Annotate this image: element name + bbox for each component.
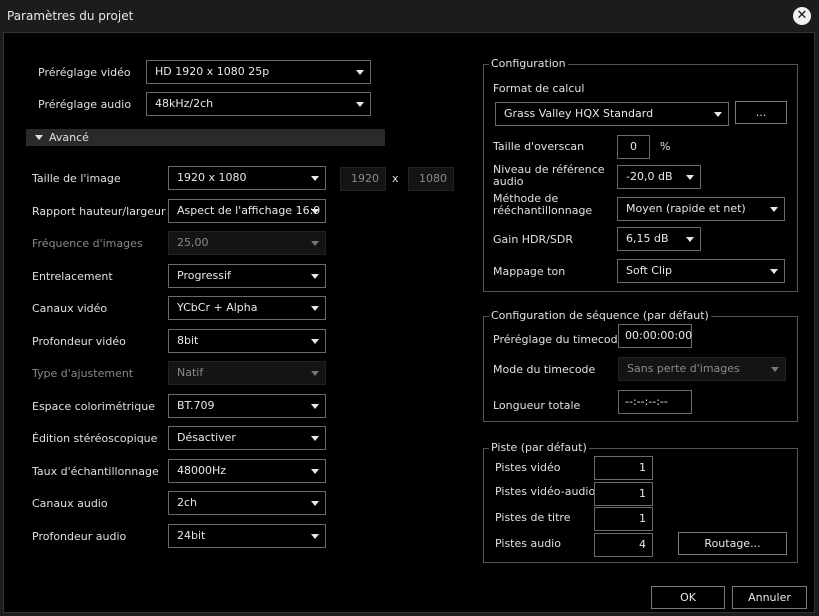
configuration-title: Configuration <box>489 57 568 70</box>
color-space-dropdown[interactable]: BT.709 <box>168 394 326 418</box>
video-depth-label: Profondeur vidéo <box>32 335 126 348</box>
aspect-ratio-label: Rapport hauteur/largeur <box>32 205 166 218</box>
render-format-dropdown[interactable]: Grass Valley HQX Standard <box>495 102 729 126</box>
timecode-preset-field[interactable]: 00:00:00:00 <box>618 324 692 348</box>
chevron-down-icon <box>311 176 319 181</box>
chevron-down-icon <box>311 241 319 246</box>
image-height-field: 1080 <box>408 167 454 191</box>
interlace-dropdown[interactable]: Progressif <box>168 264 326 288</box>
advanced-section-toggle[interactable]: Avancé <box>26 129 385 146</box>
fit-type-label: Type d'ajustement <box>32 367 134 380</box>
audio-tracks-field[interactable]: 4 <box>594 533 653 557</box>
timecode-mode-dropdown: Sans perte d'images <box>618 357 786 381</box>
hdr-gain-dropdown[interactable]: 6,15 dB <box>617 227 701 251</box>
video-depth-dropdown[interactable]: 8bit <box>168 329 326 353</box>
chevron-down-icon <box>311 371 319 376</box>
stereo-dropdown[interactable]: Désactiver <box>168 426 326 450</box>
close-icon[interactable]: ✕ <box>793 7 811 25</box>
title-tracks-field[interactable]: 1 <box>594 507 653 531</box>
video-channels-label: Canaux vidéo <box>32 302 108 315</box>
chevron-down-icon <box>311 209 319 214</box>
chevron-down-icon <box>311 501 319 506</box>
image-size-label: Taille de l'image <box>32 172 121 185</box>
image-width-field: 1920 <box>340 167 386 191</box>
audio-preset-label: Préréglage audio <box>38 98 132 111</box>
video-channels-dropdown[interactable]: YCbCr + Alpha <box>168 296 326 320</box>
resample-method-dropdown[interactable]: Moyen (rapide et net) <box>617 197 785 221</box>
audio-depth-label: Profondeur audio <box>32 530 127 543</box>
routing-button[interactable]: Routage... <box>678 532 787 555</box>
audio-depth-dropdown[interactable]: 24bit <box>168 524 326 548</box>
interlace-label: Entrelacement <box>32 270 113 283</box>
sample-rate-label: Taux d'échantillonnage <box>32 465 159 478</box>
video-preset-dropdown[interactable]: HD 1920 x 1080 25p <box>146 60 371 84</box>
chevron-down-icon <box>356 70 364 75</box>
video-tracks-field[interactable]: 1 <box>594 456 653 480</box>
fit-type-dropdown: Natif <box>168 361 326 385</box>
overscan-field[interactable]: 0 <box>617 135 650 159</box>
chevron-down-icon <box>311 306 319 311</box>
ok-button[interactable]: OK <box>651 586 725 609</box>
audio-reference-dropdown[interactable]: -20,0 dB <box>617 165 701 189</box>
audio-preset-dropdown[interactable]: 48kHz/2ch <box>146 92 371 116</box>
tone-map-label: Mappage ton <box>493 265 566 278</box>
audio-reference-label: Niveau de référence audio <box>493 163 605 188</box>
chevron-down-icon <box>356 102 364 107</box>
timecode-preset-label: Préréglage du timecode <box>493 333 625 346</box>
chevron-down-icon <box>311 436 319 441</box>
va-tracks-label: Pistes vidéo-audio <box>495 485 596 498</box>
advanced-section-label: Avancé <box>49 131 89 144</box>
sequence-title: Configuration de séquence (par défaut) <box>489 309 711 322</box>
tone-map-dropdown[interactable]: Soft Clip <box>617 259 785 283</box>
overscan-unit: % <box>660 140 671 153</box>
chevron-down-icon <box>770 269 778 274</box>
chevron-down-icon <box>311 274 319 279</box>
image-size-x-label: x <box>392 172 399 185</box>
title-bar: Paramètres du projet ✕ <box>0 0 819 32</box>
chevron-down-icon <box>686 175 694 180</box>
chevron-down-icon <box>311 404 319 409</box>
frame-rate-label: Fréquence d'images <box>32 237 143 250</box>
total-length-label: Longueur totale <box>493 399 581 412</box>
audio-channels-dropdown[interactable]: 2ch <box>168 491 326 515</box>
resample-method-label: Méthode de rééchantillonnage <box>493 192 593 217</box>
chevron-down-icon <box>311 339 319 344</box>
chevron-down-icon <box>771 367 779 372</box>
video-tracks-label: Pistes vidéo <box>495 461 561 474</box>
window-title: Paramètres du projet <box>7 9 134 23</box>
chevron-down-icon <box>686 237 694 242</box>
render-format-settings-button[interactable]: ... <box>735 101 787 124</box>
stereo-label: Édition stéréoscopique <box>32 432 158 445</box>
sample-rate-dropdown[interactable]: 48000Hz <box>168 459 326 483</box>
hdr-gain-label: Gain HDR/SDR <box>493 233 573 246</box>
dialog-body: Préréglage vidéo HD 1920 x 1080 25p Prér… <box>3 32 815 613</box>
caret-down-icon <box>35 135 43 140</box>
title-tracks-label: Pistes de titre <box>495 511 571 524</box>
va-tracks-field[interactable]: 1 <box>594 482 653 506</box>
audio-channels-label: Canaux audio <box>32 497 108 510</box>
chevron-down-icon <box>311 534 319 539</box>
timecode-mode-label: Mode du timecode <box>493 363 596 376</box>
frame-rate-dropdown: 25,00 <box>168 231 326 255</box>
image-size-dropdown[interactable]: 1920 x 1080 <box>168 166 326 190</box>
aspect-ratio-dropdown[interactable]: Aspect de l'affichage 16:9 <box>168 199 326 223</box>
video-preset-label: Préréglage vidéo <box>38 66 131 79</box>
chevron-down-icon <box>770 207 778 212</box>
overscan-label: Taille d'overscan <box>493 140 585 153</box>
chevron-down-icon <box>714 112 722 117</box>
cancel-button[interactable]: Annuler <box>732 586 807 609</box>
audio-tracks-label: Pistes audio <box>495 537 561 550</box>
track-title: Piste (par défaut) <box>489 441 589 454</box>
chevron-down-icon <box>311 469 319 474</box>
render-format-label: Format de calcul <box>493 82 585 95</box>
total-length-field[interactable]: --:--:--:-- <box>618 390 692 414</box>
color-space-label: Espace colorimétrique <box>32 400 155 413</box>
